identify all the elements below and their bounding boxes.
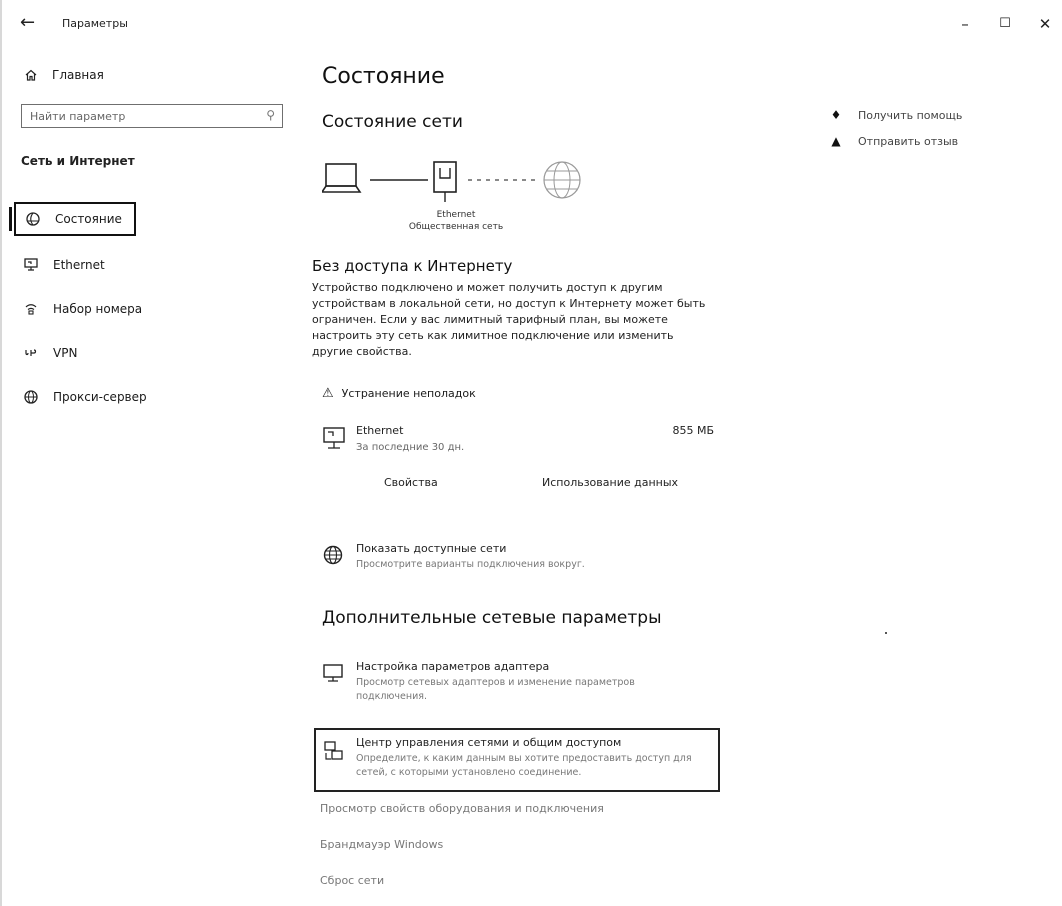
section-title: Сеть и Интернет	[21, 154, 135, 168]
maximize-button[interactable]: ☐	[990, 10, 1020, 38]
sidebar-item-dialup[interactable]: Набор номера	[14, 292, 142, 326]
status-globe-icon	[26, 212, 40, 226]
sidebar-item-label: Ethernet	[53, 258, 105, 272]
home-icon	[25, 69, 37, 81]
feedback-person-icon: ▲	[831, 134, 841, 148]
sidebar-item-status[interactable]: Состояние	[9, 202, 136, 236]
ethernet-adapter-icon	[433, 161, 457, 202]
send-feedback-label: Отправить отзыв	[858, 134, 959, 148]
monitor-icon	[323, 664, 343, 682]
troubleshoot-link[interactable]: ⚠ Устранение неполадок	[322, 386, 476, 401]
nav-home-label: Главная	[52, 68, 104, 82]
no-internet-description: Устройство подключено и может получить д…	[312, 281, 706, 358]
globe-icon	[323, 545, 343, 565]
diagram-adapter-label: Ethernet	[436, 210, 476, 220]
page-title: Состояние	[322, 64, 445, 89]
network-diagram-graphic	[320, 161, 581, 202]
network-reset-link[interactable]: Сброс сети	[320, 874, 384, 887]
sidebar: Главная ⚲ Сеть и Интернет Состояние Ethe…	[0, 44, 300, 906]
hardware-properties-link[interactable]: Просмотр свойств оборудования и подключе…	[320, 802, 604, 815]
no-internet-heading: Без доступа к Интернету	[312, 257, 513, 275]
help-chat-icon: ♦	[830, 108, 842, 122]
app-title: Параметры	[62, 17, 128, 30]
sidebar-item-vpn[interactable]: VPN	[14, 336, 77, 370]
show-networks-title: Показать доступные сети	[356, 542, 507, 555]
adapter-settings-subtitle: Просмотр сетевых адаптеров и изменение п…	[356, 677, 635, 702]
sidebar-item-label: Состояние	[55, 212, 122, 226]
nav-home[interactable]: Главная	[24, 68, 104, 82]
search-icon[interactable]: ⚲	[266, 108, 275, 122]
sidebar-item-label: Набор номера	[53, 302, 143, 316]
sidebar-item-label: Прокси-сервер	[53, 390, 147, 404]
sharing-center-item[interactable]: Центр управления сетями и общим доступом…	[314, 728, 720, 792]
advanced-settings-heading: Дополнительные сетевые параметры	[322, 608, 662, 628]
show-networks-subtitle: Просмотрите варианты подключения вокруг.	[356, 559, 585, 570]
ethernet-icon	[24, 258, 38, 271]
ethernet-name: Ethernet	[356, 424, 404, 437]
network-diagram: Ethernet Общественная сеть	[320, 154, 622, 234]
show-networks-item[interactable]: Показать доступные сети Просмотрите вари…	[322, 540, 722, 576]
properties-button[interactable]: Свойства	[384, 476, 438, 489]
network-status-heading: Состояние сети	[322, 112, 463, 132]
laptop-icon	[320, 163, 362, 193]
minimize-button[interactable]: –	[950, 10, 980, 38]
ethernet-usage: Ethernet За последние 30 дн. 855 МБ	[322, 422, 714, 462]
sidebar-item-ethernet[interactable]: Ethernet	[14, 248, 105, 282]
troubleshoot-label: Устранение неполадок	[341, 387, 476, 400]
warning-icon: ⚠	[322, 386, 334, 401]
back-arrow-icon[interactable]: ←	[20, 14, 35, 32]
ethernet-usage-value: 855 МБ	[672, 424, 714, 437]
firewall-link[interactable]: Брандмауэр Windows	[320, 838, 443, 851]
ethernet-pc-icon	[323, 427, 345, 449]
data-usage-button[interactable]: Использование данных	[542, 476, 678, 489]
send-feedback-link[interactable]: ▲ Отправить отзыв	[828, 134, 958, 148]
settings-window: ← Параметры – ☐ ✕ Главная ⚲ Сеть и Интер…	[0, 0, 1062, 906]
sidebar-item-label: VPN	[53, 346, 78, 360]
sidebar-item-proxy[interactable]: Прокси-сервер	[14, 380, 147, 414]
get-help-label: Получить помощь	[858, 108, 963, 122]
adapter-settings-title: Настройка параметров адаптера	[356, 660, 550, 673]
internet-globe-icon	[543, 161, 581, 199]
title-bar: ← Параметры – ☐ ✕	[0, 0, 1062, 44]
get-help-link[interactable]: ♦ Получить помощь	[828, 108, 963, 122]
sharing-center-icon	[324, 741, 343, 760]
stray-dot	[885, 632, 887, 634]
close-button[interactable]: ✕	[1030, 10, 1060, 38]
vpn-icon	[25, 349, 37, 356]
sharing-center-subtitle: Определите, к каким данным вы хотите пре…	[356, 753, 692, 778]
search-box[interactable]: ⚲	[21, 104, 283, 128]
sharing-center-title: Центр управления сетями и общим доступом	[356, 736, 622, 749]
diagram-network-label: Общественная сеть	[408, 222, 504, 232]
search-input[interactable]	[30, 109, 255, 124]
dialup-icon	[25, 304, 37, 315]
adapter-settings-item[interactable]: Настройка параметров адаптера Просмотр с…	[322, 658, 722, 708]
globe-icon	[24, 390, 38, 404]
ethernet-period: За последние 30 дн.	[356, 442, 465, 453]
